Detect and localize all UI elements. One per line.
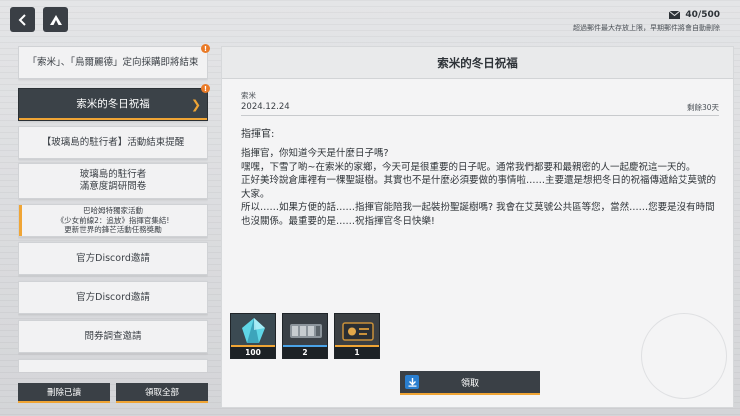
mail-count-text: 40/500 (685, 10, 720, 20)
home-button[interactable] (43, 7, 68, 32)
mail-sender: 索米 (241, 91, 256, 100)
attachment-item[interactable]: 2 (282, 313, 328, 359)
mail-item-label: 索米的冬日祝福 (76, 97, 150, 110)
delete-read-button[interactable]: 刪除已讀 (18, 383, 110, 403)
mail-list-item-active[interactable]: 索米的冬日祝福 ❯ (18, 88, 208, 121)
mail-list-item[interactable]: 【玻璃島的駐行者】活動結束提醒 (18, 126, 208, 159)
decorative-stamp (641, 313, 727, 399)
mail-detail-panel: 索米的冬日祝福 索米 2024.12.24 剩餘30天 指揮官: 指揮官，你知道… (221, 46, 734, 408)
mail-body-line: 正好美玲說倉庫裡有一棵聖誕樹。其實也不是什麼必須要做的事情啦……主要還是想把冬日… (241, 175, 717, 200)
mail-body-line: 所以……如果方便的話……指揮官能陪我一起裝扮聖誕樹嗎? 我會在艾莫號公共區等您，… (241, 202, 715, 227)
ticket-icon (335, 314, 379, 348)
mail-body: 指揮官，你知道今天是什麼日子嗎? 嘿嘿，下雪了喲~在索米的家鄉，今天可是很重要的… (241, 147, 719, 228)
attachment-item[interactable]: 100 (230, 313, 276, 359)
chevron-right-icon: ❯ (190, 97, 201, 111)
envelope-icon (669, 11, 681, 19)
mail-list-item[interactable]: 「索米」、「烏爾麗德」定向採購即將結束 (18, 46, 208, 79)
mail-greeting: 指揮官: (241, 129, 275, 140)
mail-item-label: 問券調查邀請 (84, 330, 142, 342)
attachment-quantity: 2 (283, 347, 327, 358)
download-icon (405, 375, 419, 389)
attachment-item[interactable]: 1 (334, 313, 380, 359)
top-bar: 40/500 超過郵件最大存放上限，早期郵件將會自動刪除 (0, 0, 740, 40)
mail-item-label: 玻璃島的駐行者 滿意度調研問卷 (79, 169, 147, 192)
attachment-quantity: 100 (231, 347, 275, 358)
claim-all-button[interactable]: 領取全部 (116, 383, 208, 403)
item-accent-bar (19, 205, 22, 236)
attachment-quantity: 1 (335, 347, 379, 358)
chevron-left-icon (18, 13, 26, 26)
attachments: 100 2 1 (230, 313, 380, 359)
back-button[interactable] (10, 7, 35, 32)
mail-list-item[interactable]: 官方Discord邀請 (18, 242, 208, 275)
mail-item-label: 官方Discord邀請 (76, 252, 150, 264)
divider (241, 115, 719, 116)
claim-label: 領取 (460, 378, 479, 389)
page-title (80, 10, 170, 30)
mail-count: 40/500 (669, 10, 720, 20)
mail-capacity-notice: 超過郵件最大存放上限，早期郵件將會自動刪除 (573, 24, 720, 32)
mail-item-label: 【玻璃島的駐行者】活動結束提醒 (41, 136, 185, 148)
crystal-icon (231, 314, 275, 348)
ammo-icon (283, 314, 327, 348)
mail-list-item[interactable]: 問券調查邀請 (18, 320, 208, 353)
mail-date: 2024.12.24 (241, 102, 290, 112)
mail-list-item[interactable]: 玻璃島的駐行者 滿意度調研問卷 (18, 163, 208, 199)
claim-button[interactable]: 領取 (400, 371, 540, 395)
mail-remaining-days: 剩餘30天 (686, 103, 719, 112)
mail-item-label: 「索米」、「烏爾麗德」定向採購即將結束 (27, 56, 199, 68)
mail-list-item[interactable]: 官方Discord邀請 (18, 281, 208, 314)
mail-list-item[interactable] (18, 359, 208, 372)
unread-badge: ! (201, 84, 210, 93)
mail-item-label: 官方Discord邀請 (76, 291, 150, 303)
mail-body-line: 指揮官，你知道今天是什麼日子嗎? (241, 148, 389, 159)
mail-item-label: 巴哈姆特獨家活動 《少女前線2：追放》指揮官集結! 更新世界的鋒芒活動任務獎勵 (56, 205, 170, 235)
mail-title: 索米的冬日祝福 (222, 47, 733, 79)
mail-list-item[interactable]: 巴哈姆特獨家活動 《少女前線2：追放》指揮官集結! 更新世界的鋒芒活動任務獎勵 (18, 204, 208, 237)
unread-badge: ! (201, 44, 210, 53)
home-icon (49, 14, 62, 25)
mail-list: 「索米」、「烏爾麗德」定向採購即將結束 索米的冬日祝福 ❯ 【玻璃島的駐行者】活… (18, 46, 208, 372)
mail-body-line: 嘿嘿，下雪了喲~在索米的家鄉，今天可是很重要的日子呢。通常我們都要和最親密的人一… (241, 161, 696, 173)
